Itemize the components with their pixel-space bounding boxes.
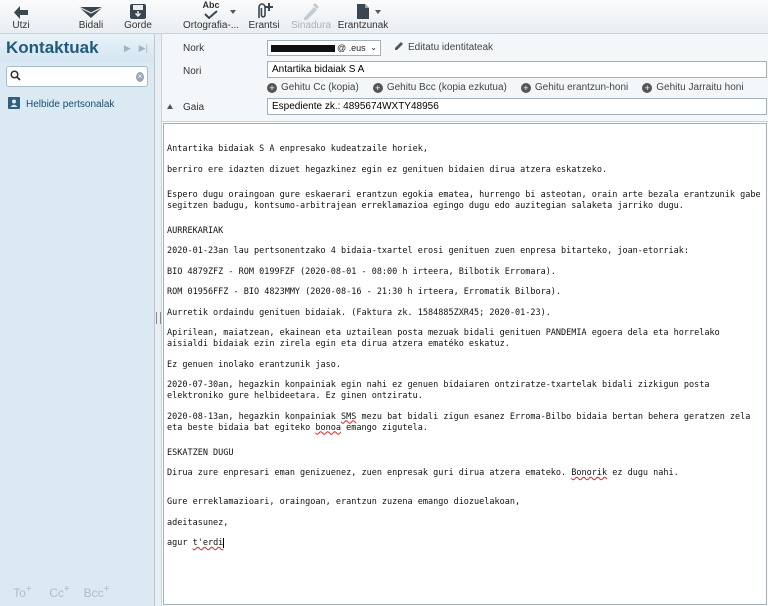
send-icon	[78, 0, 104, 20]
body-paragraph: agur t'erdi	[167, 538, 225, 548]
signature-label: Sinadura	[290, 20, 332, 31]
message-body-editor[interactable]: Antartika bidaiak S A enpresako kudeatza…	[163, 123, 767, 605]
sidebar-item-personal-addresses[interactable]: Helbide pertsonalak	[0, 91, 154, 118]
back-arrow-icon	[13, 0, 29, 20]
sidebar-item-label: Helbide pertsonalak	[26, 99, 115, 110]
plus-circle-icon: +	[520, 82, 531, 93]
toolbar: Utzi Bidali Gorde Abc Ortografia-... Era…	[0, 0, 768, 34]
body-paragraph: adeitasunez,	[167, 517, 229, 528]
body-paragraph: ROM 01956FFZ - BIO 4823MMY (2020-08-16 -…	[167, 287, 562, 297]
subject-field[interactable]: Espediente zk.: 4895674WXTY48956	[267, 98, 767, 115]
attach-button[interactable]: Erantsi	[246, 0, 282, 33]
sidebar-footer: To+ Cc+ Bcc+	[0, 584, 154, 600]
body-paragraph: 2020-01-23an lau pertsonentzako 4 bidaia…	[167, 246, 689, 256]
to-label: Nori	[183, 66, 202, 77]
contacts-title: Kontaktuak	[6, 38, 99, 57]
insert-cc-button[interactable]: Cc+	[41, 584, 74, 600]
spellcheck-button[interactable]: Abc Ortografia-...	[183, 0, 239, 33]
cancel-label: Utzi	[12, 20, 30, 31]
body-paragraph: berriro ere idazten dizuet hegazkinez eg…	[167, 164, 608, 175]
misspelled-word: bonoa	[315, 422, 341, 433]
body-paragraph: Ez genuen inolako erantzunik jaso.	[167, 359, 341, 370]
text-cursor	[223, 538, 225, 548]
address-book-icon	[8, 97, 20, 112]
misspelled-word: t'erdi	[192, 538, 224, 548]
body-heading: ESKATZEN DUGU	[167, 447, 234, 458]
message-body: Antartika bidaiak S A enpresako kudeatza…	[167, 144, 763, 559]
chevron-down-icon: ⌄	[370, 43, 377, 52]
responses-dropdown-arrow-icon[interactable]	[375, 10, 381, 14]
misspelled-word: Bonorik	[571, 468, 608, 478]
body-paragraph: Aurretik ordaindu genituen bidaiak. (Fak…	[167, 307, 551, 318]
add-cc-link[interactable]: + Gehitu Cc (kopia)	[267, 82, 359, 93]
body-paragraph: Espero dugu oraingoan gure eskaerari era…	[167, 189, 766, 211]
subject-label: Gaia	[183, 102, 205, 113]
abc-label: Abc	[202, 0, 220, 10]
send-label: Bidali	[78, 20, 104, 31]
redacted-sender	[271, 45, 335, 53]
insert-to-button[interactable]: To+	[4, 584, 37, 600]
plus-circle-icon: +	[372, 82, 383, 93]
body-paragraph: 2020-07-30an, hegazkin konpainiak egin n…	[167, 380, 715, 401]
clear-search-icon[interactable]: ×	[136, 71, 144, 82]
save-icon	[129, 0, 147, 20]
spellcheck-dropdown-arrow-icon[interactable]	[230, 10, 236, 14]
add-header-links: + Gehitu Cc (kopia) + Gehitu Bcc (kopia ez…	[267, 82, 744, 93]
expand-icon[interactable]: ▶	[124, 43, 131, 54]
add-bcc-link[interactable]: + Gehitu Bcc (kopia ezkutua)	[372, 82, 507, 93]
spellcheck-icon: Abc	[202, 0, 220, 20]
body-paragraph: Dirua zure enpresari eman genizuenez, zu…	[167, 468, 679, 478]
signature-icon	[302, 0, 320, 20]
contacts-header: Kontaktuak ▶ ▶|	[0, 34, 154, 62]
signature-button[interactable]: Sinadura	[290, 0, 332, 33]
responses-icon	[356, 0, 370, 20]
responses-label: Erantzunak	[337, 20, 389, 31]
insert-bcc-button[interactable]: Bcc+	[78, 584, 111, 600]
from-select[interactable]: @ .eus ⌄	[267, 40, 381, 56]
plus-circle-icon: +	[267, 82, 277, 93]
search-icon	[7, 69, 24, 84]
collapse-icon[interactable]: ▶|	[139, 43, 148, 54]
compose-headers: Nork @ .eus ⌄ Editatu identitateak Nori …	[162, 34, 768, 122]
add-followup-to-link[interactable]: + Gehitu Jarraitu honi	[642, 82, 744, 93]
add-reply-to-link[interactable]: + Gehitu erantzun-honi	[520, 82, 628, 93]
body-paragraph: Gure erreklamazioari, oraingoan, erantzu…	[167, 497, 521, 507]
body-paragraph: Apirilean, maiatzean, ekainean eta uztai…	[167, 328, 725, 349]
edit-identities-link[interactable]: Editatu identitateak	[394, 41, 493, 54]
pencil-icon	[394, 41, 404, 54]
splitter-handle-icon	[156, 312, 161, 324]
spellcheck-label: Ortografia-...	[182, 20, 240, 31]
attach-icon	[254, 0, 274, 20]
collapse-headers-icon[interactable]	[167, 104, 173, 109]
cancel-button[interactable]: Utzi	[5, 0, 37, 33]
responses-button[interactable]: Erantzunak	[337, 0, 389, 33]
body-paragraph: BIO 4879ZFZ - ROM 0199FZF (2020-08-01 - …	[167, 266, 556, 277]
body-heading: AURREKARIAK	[167, 225, 224, 236]
body-paragraph: Antartika bidaiak S A enpresako kudeatza…	[167, 144, 428, 154]
misspelled-word: SMS	[341, 411, 357, 422]
contacts-search[interactable]: ×	[6, 66, 148, 87]
pane-splitter[interactable]	[155, 34, 162, 606]
from-label: Nork	[183, 43, 205, 54]
attach-label: Erantsi	[248, 20, 280, 31]
send-button[interactable]: Bidali	[73, 0, 109, 33]
to-field[interactable]: Antartika bidaiak S A	[267, 61, 767, 78]
save-label: Gorde	[124, 20, 152, 31]
search-input[interactable]	[24, 69, 136, 84]
body-paragraph: 2020-08-13an, hegazkin konpainiak SMS me…	[167, 411, 756, 433]
contacts-sidebar: Kontaktuak ▶ ▶| × Helbide pertsonalak To…	[0, 34, 155, 606]
plus-circle-icon: +	[642, 82, 653, 93]
save-button[interactable]: Gorde	[122, 0, 154, 33]
